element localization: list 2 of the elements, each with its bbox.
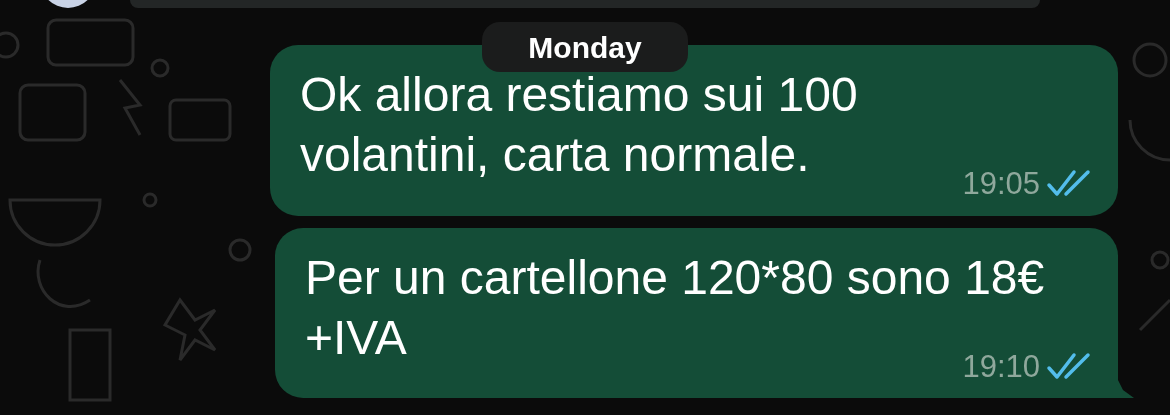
message-time: 19:05 [962, 165, 1040, 203]
date-label: Monday [482, 22, 688, 72]
